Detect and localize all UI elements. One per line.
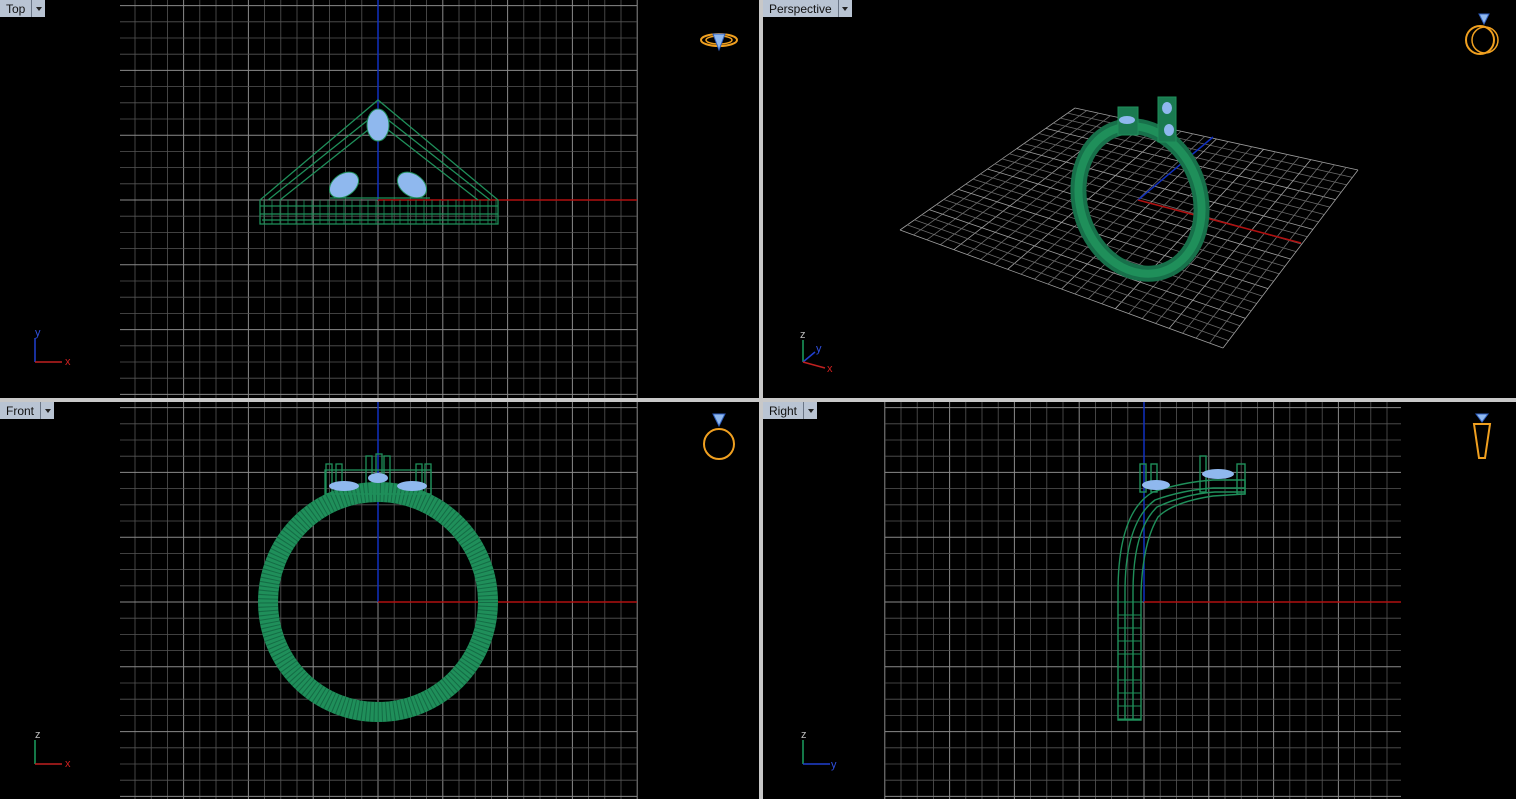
ring-model-perspective[interactable] [1060, 96, 1220, 290]
right-view-canvas: z y [801, 402, 1492, 799]
viewport-title[interactable]: Perspective [763, 0, 838, 17]
viewport-perspective[interactable]: z y x Perspective [763, 0, 1516, 398]
view-cube-icon[interactable] [700, 33, 738, 52]
viewport-front[interactable]: z x Front [0, 402, 759, 799]
viewport-title[interactable]: Right [763, 402, 804, 419]
view-cube-icon[interactable] [703, 413, 735, 460]
viewport-title-tab[interactable]: Front [0, 402, 55, 419]
axis-label-x: x [827, 363, 833, 375]
chevron-down-icon[interactable] [837, 0, 852, 17]
top-view-canvas: y x [34, 0, 738, 398]
ring-model-right[interactable] [1117, 455, 1246, 721]
viewport-title-tab[interactable]: Top [0, 0, 46, 17]
perspective-view-canvas: z y x [800, 13, 1499, 375]
view-cube-icon[interactable] [1472, 413, 1492, 459]
axis-label-horizontal: x [65, 356, 71, 368]
view-cube-icon[interactable] [1465, 13, 1499, 55]
chevron-down-icon[interactable] [31, 0, 46, 17]
chevron-down-icon[interactable] [803, 402, 818, 419]
x-axis-line [1137, 199, 1302, 244]
axis-label-horizontal: y [831, 759, 837, 771]
axis-indicator [34, 338, 62, 363]
axis-indicator [34, 740, 62, 765]
axis-indicator [802, 740, 830, 765]
viewport-top[interactable]: y x Top [0, 0, 759, 398]
viewport-title-tab[interactable]: Perspective [763, 0, 852, 17]
axis-indicator [802, 340, 826, 369]
construction-grid [899, 107, 1359, 349]
axis-label-vertical: z [35, 729, 41, 741]
chevron-down-icon[interactable] [40, 402, 55, 419]
axis-label-y: y [816, 343, 822, 355]
viewport-right[interactable]: z y Right [763, 402, 1516, 799]
construction-grid [884, 402, 1401, 799]
viewport-title[interactable]: Front [0, 402, 41, 419]
viewport-title-tab[interactable]: Right [763, 402, 818, 419]
axis-label-vertical: z [801, 729, 807, 741]
axis-label-vertical: y [35, 327, 41, 339]
viewport-title[interactable]: Top [0, 0, 32, 17]
front-view-canvas: z x [34, 402, 735, 799]
axis-label-horizontal: x [65, 758, 71, 770]
axis-label-z: z [800, 329, 806, 341]
